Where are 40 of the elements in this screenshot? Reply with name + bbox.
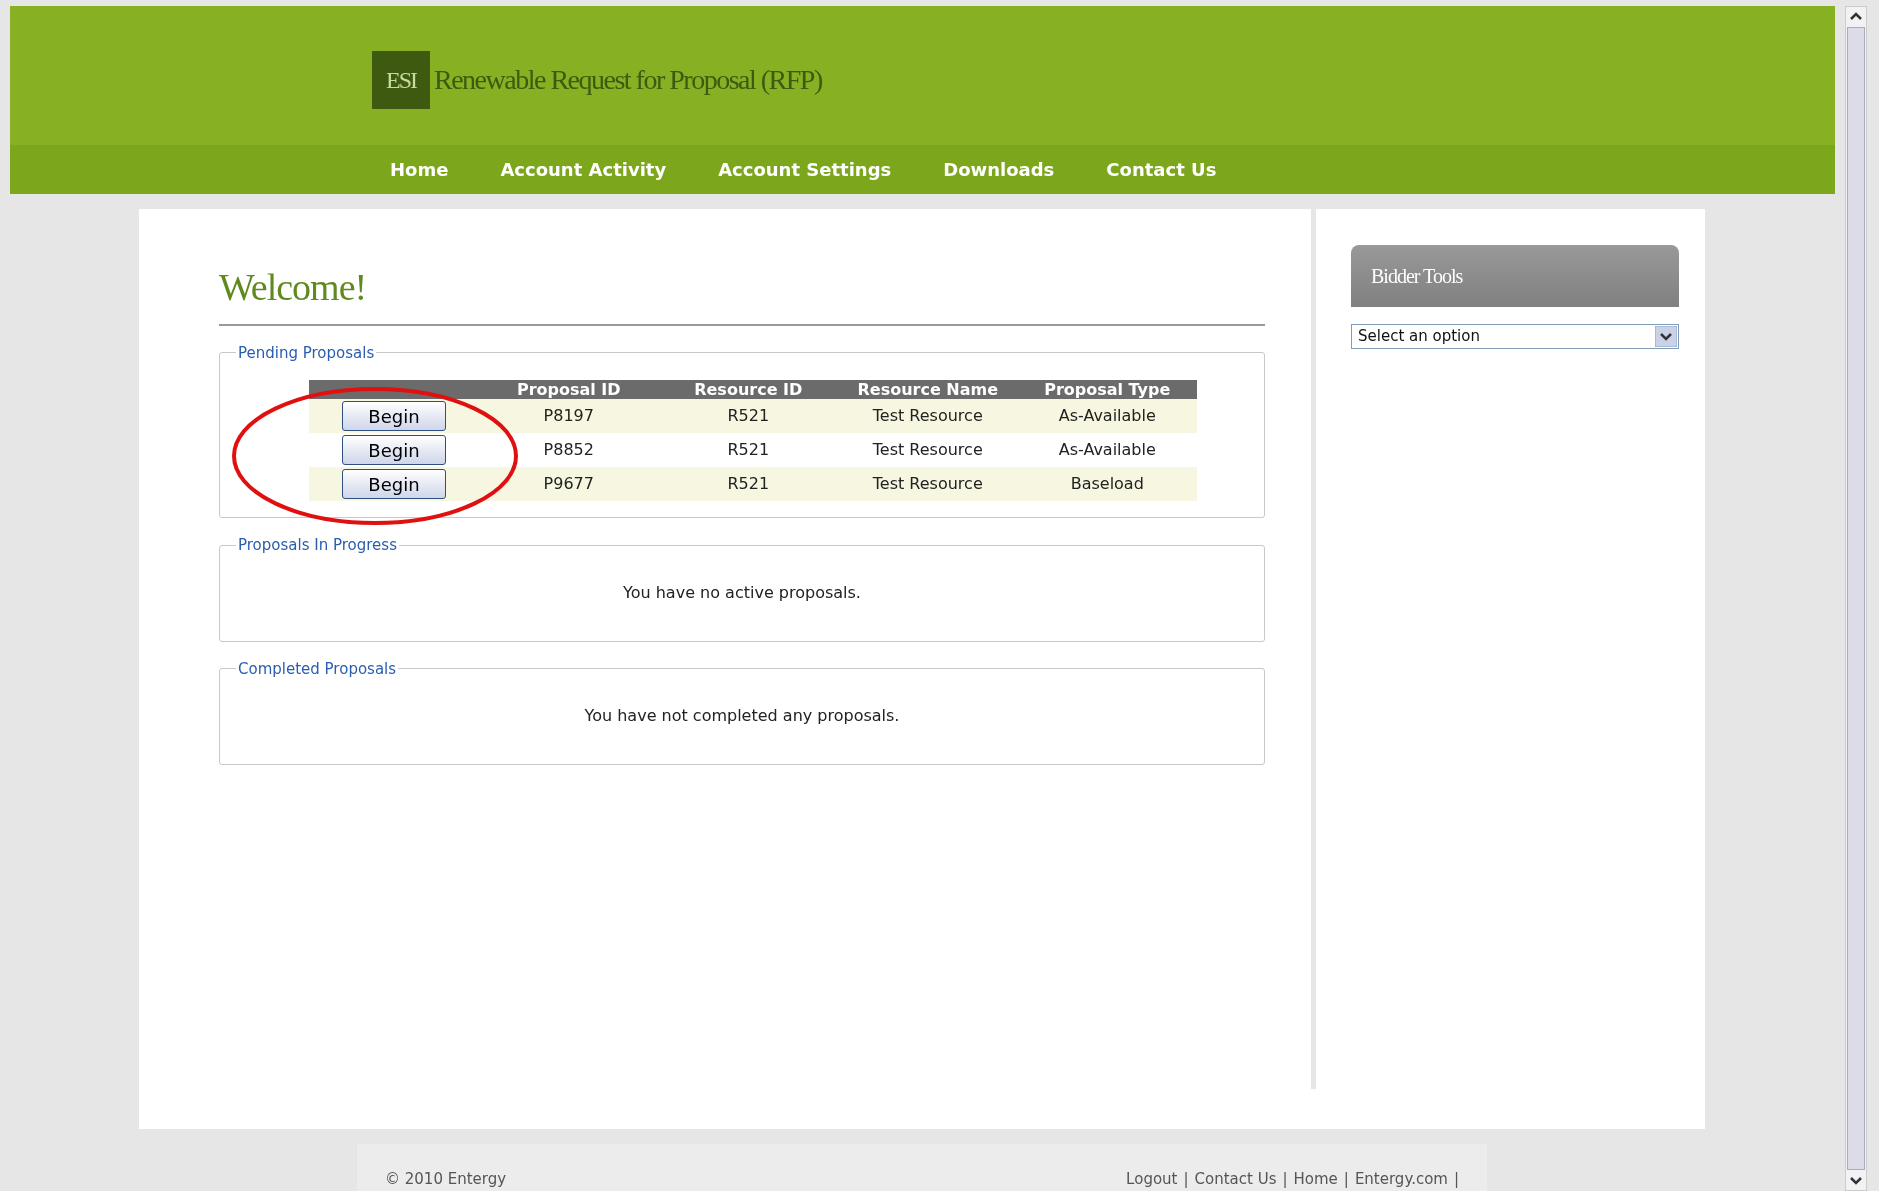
logo-icon: ESI [372, 50, 430, 109]
empty-message: You have no active proposals. [622, 581, 862, 604]
column-header: Proposal Type [1043, 380, 1172, 400]
table-cell-text: Test Resource [872, 473, 983, 496]
table-cell-text: Baseload [1070, 473, 1144, 496]
table-cell-text: P9677 [543, 473, 594, 496]
table-cell-text: P8852 [543, 439, 594, 462]
empty-message: You have not completed any proposals. [583, 705, 901, 728]
link-separator: | [1282, 1169, 1288, 1191]
footer-link[interactable]: Entergy.com [1354, 1168, 1448, 1191]
table-cell-text: R521 [727, 405, 770, 428]
column-header: Proposal ID [515, 380, 622, 400]
site-title: Renewable Request for Proposal (RFP) [434, 62, 822, 97]
scroll-thumb[interactable] [1847, 27, 1865, 1170]
table-cell-text: As-Available [1058, 439, 1156, 462]
table-cell-text: As-Available [1058, 405, 1156, 428]
footer-link[interactable]: Contact Us [1194, 1168, 1277, 1191]
footer-link[interactable]: Logout [1126, 1168, 1178, 1191]
dropdown-icon [1655, 325, 1677, 347]
footer-link[interactable]: Home [1293, 1168, 1338, 1191]
option-select[interactable]: Select an option [1351, 323, 1679, 349]
table-cell-text: R521 [727, 473, 770, 496]
link-separator: | [1183, 1169, 1189, 1191]
begin-button[interactable]: Begin [342, 469, 446, 500]
link-separator: | [1453, 1169, 1459, 1191]
begin-button[interactable]: Begin [342, 401, 446, 432]
welcome-heading: Welcome! [219, 258, 1265, 326]
begin-button[interactable]: Begin [342, 435, 446, 466]
section-legend: Proposals In Progress [236, 534, 399, 557]
column-header: Resource Name [856, 380, 1000, 400]
column-header: Resource ID [693, 380, 804, 400]
table-cell-text: Test Resource [872, 439, 983, 462]
sidebar-title: Bidder Tools [1371, 263, 1463, 289]
copyright-text: © 2010 Entergy [385, 1169, 507, 1191]
link-separator: | [1343, 1169, 1349, 1191]
section-legend: Completed Proposals [236, 657, 399, 681]
table-cell-text: P8197 [543, 405, 594, 428]
table-cell-text: Test Resource [872, 405, 983, 428]
section-legend: Pending Proposals [236, 341, 377, 365]
table-cell-text: R521 [727, 439, 770, 462]
